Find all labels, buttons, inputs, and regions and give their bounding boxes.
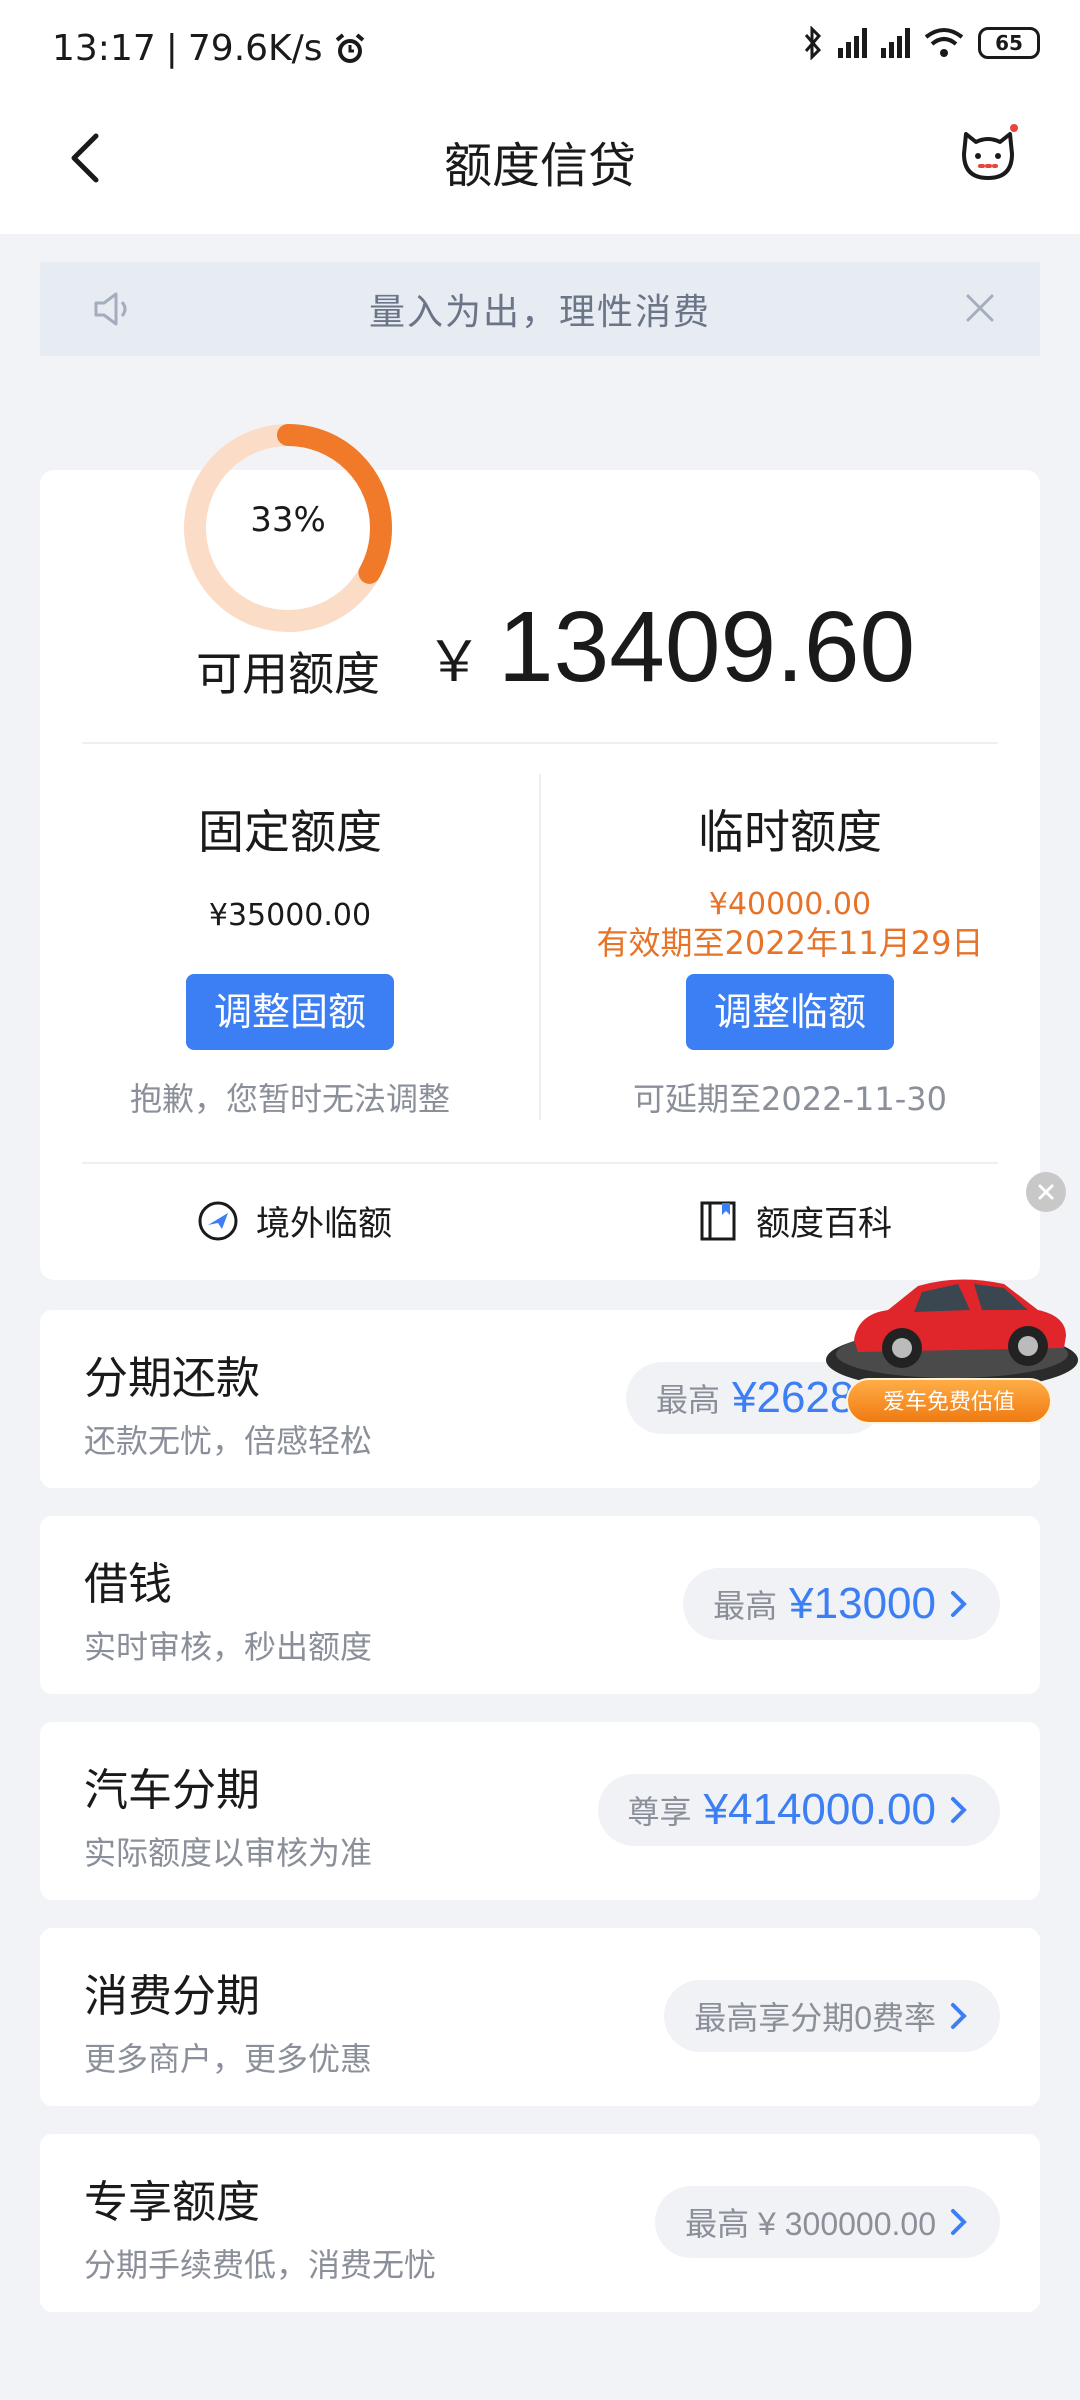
product-title: 专享额度 bbox=[84, 2177, 260, 2228]
temp-quota-note: 可延期至2022-11-30 bbox=[633, 1080, 947, 1118]
alarm-icon bbox=[335, 32, 364, 63]
overseas-quota-label: 境外临额 bbox=[256, 1204, 392, 1244]
overseas-quota-link[interactable]: 境外临额 bbox=[196, 1196, 392, 1245]
status-left: 13:17 | 79.6K/s bbox=[52, 28, 367, 69]
product-pill[interactable]: 最高 ¥13000 bbox=[683, 1568, 1000, 1640]
currency-symbol: ￥ bbox=[426, 630, 482, 693]
divider bbox=[82, 1162, 998, 1164]
status-time: 13:17 bbox=[52, 28, 156, 69]
temp-quota-title: 临时额度 bbox=[698, 805, 882, 859]
product-subtitle: 实时审核，秒出额度 bbox=[84, 1628, 373, 1666]
product-car-loan[interactable]: 汽车分期 实际额度以审核为准 尊享 ¥414000.00 bbox=[40, 1722, 1040, 1900]
product-title: 汽车分期 bbox=[84, 1765, 260, 1816]
fixed-quota-title: 固定额度 bbox=[198, 805, 382, 859]
status-separator: | bbox=[165, 28, 178, 69]
fixed-quota-amount: ¥35000.00 bbox=[208, 898, 372, 933]
divider-vertical bbox=[539, 774, 541, 1120]
product-title: 借钱 bbox=[84, 1559, 172, 1610]
book-icon bbox=[700, 1201, 736, 1240]
product-subtitle: 分期手续费低，消费无忧 bbox=[84, 2246, 437, 2284]
pill-label: 最高 bbox=[713, 1587, 778, 1625]
pill-label: 最高 bbox=[656, 1381, 721, 1419]
quota-encyclopedia-label: 额度百科 bbox=[756, 1204, 892, 1244]
available-amount-value: 13409.60 bbox=[498, 591, 916, 703]
signal-icon-1 bbox=[838, 28, 867, 58]
available-label: 可用额度 bbox=[196, 647, 380, 701]
nav-bar: 额度信贷 bbox=[0, 100, 1080, 234]
product-consumer-installment[interactable]: 消费分期 更多商户，更多优惠 最高享分期0费率 bbox=[40, 1928, 1040, 2106]
temp-quota-amount: ¥40000.00 bbox=[708, 887, 872, 922]
temp-button-wrap: 调整临额 bbox=[560, 974, 1020, 1050]
chevron-right-icon bbox=[951, 2003, 967, 2029]
product-title: 消费分期 bbox=[84, 1971, 260, 2022]
pill-value: ¥13000 bbox=[789, 1579, 936, 1628]
product-pill[interactable]: 尊享 ¥414000.00 bbox=[597, 1774, 1000, 1846]
product-borrow[interactable]: 借钱 实时审核，秒出额度 最高 ¥13000 bbox=[40, 1516, 1040, 1694]
globe-plane-icon bbox=[198, 1201, 238, 1240]
temp-quota-column: 临时额度 ¥40000.00 有效期至2022年11月29日 bbox=[560, 796, 1020, 962]
pill-value: ¥414000.00 bbox=[703, 1785, 936, 1834]
product-subtitle: 还款无忧，倍感轻松 bbox=[84, 1422, 373, 1460]
ad-close-icon[interactable] bbox=[1026, 1172, 1066, 1212]
signal-icon-2 bbox=[881, 28, 910, 58]
product-subtitle: 实际额度以审核为准 bbox=[84, 1834, 373, 1872]
car-valuation-ad-label[interactable]: 爱车免费估值 bbox=[846, 1378, 1052, 1424]
product-pill[interactable]: 最高享分期0费率 bbox=[664, 1980, 1000, 2052]
status-bar: 13:17 | 79.6K/s 65 bbox=[0, 0, 1080, 100]
temp-quota-validity: 有效期至2022年11月29日 bbox=[596, 924, 984, 962]
status-speed: 79.6K/s bbox=[187, 28, 323, 69]
product-exclusive-quota[interactable]: 专享额度 分期手续费低，消费无忧 最高 ¥ 300000.00 bbox=[40, 2134, 1040, 2312]
product-pill[interactable]: 最高 ¥ 300000.00 bbox=[655, 2186, 1000, 2258]
status-right: 65 bbox=[802, 26, 1040, 60]
bluetooth-icon bbox=[804, 26, 822, 60]
quota-encyclopedia-link[interactable]: 额度百科 bbox=[696, 1196, 892, 1245]
pill-label: 尊享 bbox=[627, 1793, 692, 1831]
available-amount: ￥ 13409.60 bbox=[426, 590, 915, 705]
product-subtitle: 更多商户，更多优惠 bbox=[84, 2040, 373, 2078]
notice-text: 量入为出，理性消费 bbox=[368, 292, 711, 333]
usage-percent: 33% bbox=[250, 500, 326, 540]
adjust-fixed-button[interactable]: 调整固额 bbox=[185, 974, 394, 1050]
divider bbox=[82, 742, 998, 744]
wifi-icon bbox=[924, 28, 964, 57]
pill-value: 最高 ¥ 300000.00 bbox=[685, 2206, 936, 2242]
chevron-right-icon bbox=[951, 2209, 967, 2235]
fixed-quota-column: 固定额度 ¥35000.00 bbox=[60, 796, 520, 933]
product-title: 分期还款 bbox=[84, 1353, 260, 1404]
page-title: 额度信贷 bbox=[443, 138, 636, 194]
adjust-temp-button[interactable]: 调整临额 bbox=[685, 974, 894, 1050]
fixed-quota-note: 抱歉，您暂时无法调整 bbox=[129, 1080, 450, 1118]
assistant-avatar-icon[interactable] bbox=[956, 120, 1020, 184]
close-icon[interactable] bbox=[960, 288, 1000, 328]
battery-indicator: 65 bbox=[978, 27, 1040, 59]
fixed-button-wrap: 调整固额 bbox=[60, 974, 520, 1050]
chevron-right-icon bbox=[951, 1797, 967, 1823]
notice-banner: 量入为出，理性消费 bbox=[40, 262, 1040, 356]
speaker-icon bbox=[94, 292, 127, 326]
chevron-right-icon bbox=[951, 1591, 967, 1617]
pill-value: 最高享分期0费率 bbox=[694, 2000, 936, 2036]
